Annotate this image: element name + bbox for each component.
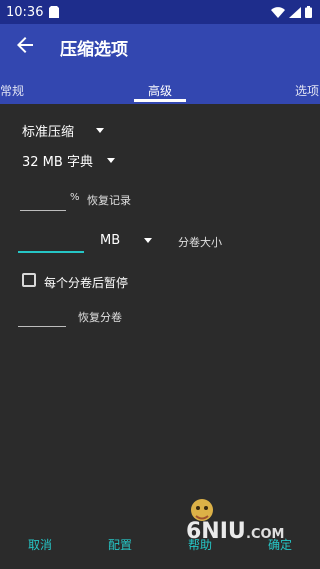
tab-general[interactable]: 常规 bbox=[0, 70, 24, 104]
tab-indicator bbox=[134, 99, 186, 102]
recovery-volumes-label: 恢复分卷 bbox=[78, 311, 122, 324]
status-bar: 10:36 bbox=[0, 0, 320, 24]
caret-down-icon bbox=[96, 128, 105, 133]
arrow-left-icon bbox=[17, 37, 33, 57]
volume-unit-value: MB bbox=[100, 233, 121, 248]
page-title: 压缩选项 bbox=[60, 39, 128, 60]
percent-unit: % bbox=[70, 192, 80, 203]
volume-size-input[interactable] bbox=[18, 228, 84, 250]
battery-icon bbox=[305, 6, 312, 18]
app-bar: 压缩选项 bbox=[0, 24, 320, 70]
volume-unit-dropdown[interactable]: MB bbox=[100, 233, 153, 248]
sd-card-icon bbox=[49, 6, 60, 18]
advanced-options-panel: 标准压缩 32 MB 字典 % 恢复记录 MB 分卷大小 每个分卷后暂停 恢复分… bbox=[0, 104, 320, 524]
recovery-record-label: 恢复记录 bbox=[87, 194, 131, 207]
watermark-logo: 6NIU .COM bbox=[184, 490, 304, 544]
recovery-record-underline bbox=[20, 210, 66, 211]
profiles-button[interactable]: 配置 bbox=[108, 536, 132, 553]
signal-icon bbox=[289, 6, 301, 18]
caret-down-icon bbox=[106, 158, 115, 163]
compression-level-dropdown[interactable]: 标准压缩 bbox=[22, 121, 105, 140]
svg-text:6NIU: 6NIU bbox=[186, 519, 246, 540]
recovery-volumes-input[interactable] bbox=[18, 306, 66, 326]
dictionary-size-value: 32 MB 字典 bbox=[22, 155, 93, 170]
compression-level-value: 标准压缩 bbox=[22, 125, 75, 140]
tab-options[interactable]: 选项 bbox=[295, 70, 319, 104]
recovery-volumes-underline bbox=[18, 326, 66, 327]
wifi-icon bbox=[271, 6, 285, 18]
volume-size-label: 分卷大小 bbox=[178, 236, 222, 249]
back-button[interactable] bbox=[0, 24, 50, 70]
svg-text:.COM: .COM bbox=[246, 527, 284, 540]
pause-each-volume-label: 每个分卷后暂停 bbox=[44, 276, 129, 290]
volume-size-underline bbox=[18, 251, 84, 253]
status-time: 10:36 bbox=[6, 4, 44, 20]
dictionary-size-dropdown[interactable]: 32 MB 字典 bbox=[22, 151, 115, 170]
recovery-record-input[interactable] bbox=[20, 190, 66, 210]
caret-down-icon bbox=[144, 238, 153, 243]
pause-each-volume-checkbox[interactable] bbox=[22, 273, 36, 287]
cancel-button[interactable]: 取消 bbox=[28, 536, 52, 553]
